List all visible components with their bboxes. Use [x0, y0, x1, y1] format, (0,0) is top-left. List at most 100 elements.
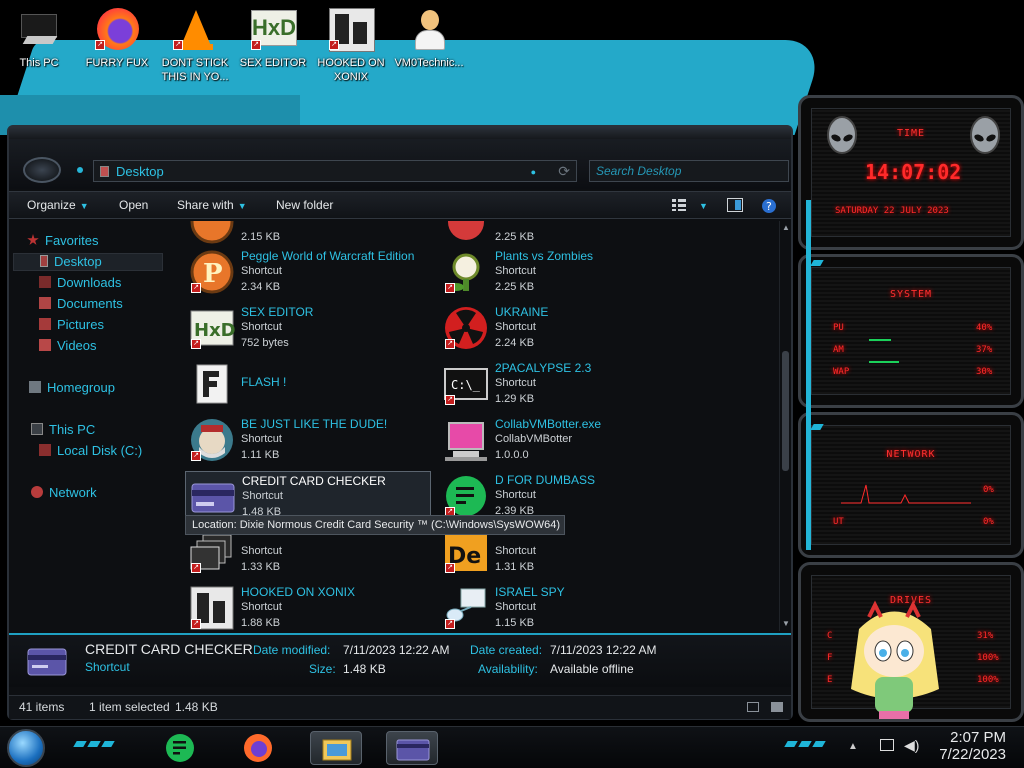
preview-pane-icon[interactable]: [727, 198, 743, 212]
new-folder-button[interactable]: New folder: [276, 198, 333, 212]
file-tile[interactable]: ↗ D FOR DUMBASS Shortcut 2.39 KB: [439, 471, 685, 521]
desktop-icon-hooked-on-xonix[interactable]: ↗ HOOKED ON XONIX: [312, 6, 390, 84]
file-tile[interactable]: ↗ ISRAEL SPY Shortcut 1.15 KB: [439, 583, 685, 631]
file-size: 1.88 KB: [241, 617, 281, 629]
documents-icon: [39, 297, 51, 309]
file-size: 2.15 KB: [241, 231, 281, 243]
scroll-down-icon[interactable]: ▼: [781, 619, 791, 629]
svg-text:P: P: [203, 259, 223, 289]
nav-homegroup[interactable]: Homegroup: [29, 380, 115, 398]
taskbar-app-credit-card-checker[interactable]: [386, 731, 438, 765]
file-tile[interactable]: ↗ BE JUST LIKE THE DUDE! Shortcut 1.11 K…: [185, 415, 431, 465]
file-tile[interactable]: 2.15 KB: [185, 221, 431, 247]
start-button[interactable]: [7, 729, 45, 767]
back-button[interactable]: [23, 157, 61, 183]
ram-meter: [869, 361, 899, 363]
file-size: 752 bytes: [241, 337, 289, 349]
help-icon[interactable]: ?: [761, 198, 777, 213]
star-icon: [27, 234, 39, 245]
explorer-titlebar[interactable]: Desktop ● ⟳ Search Desktop: [9, 127, 791, 189]
desktop-icon-firefox[interactable]: ↗ FURRY FUX: [78, 6, 156, 70]
system-gadget[interactable]: SYSTEM PU 40% AM 37% WAP 30%: [798, 254, 1024, 408]
file-tile[interactable]: HxD ↗ SEX EDITOR Shortcut 752 bytes: [185, 303, 431, 353]
clock-time: 2:07 PM: [950, 729, 1006, 746]
explorer-window[interactable]: Desktop ● ⟳ Search Desktop Organize ▼ Ope…: [7, 125, 793, 720]
forward-button[interactable]: [77, 167, 83, 173]
network-graph: [841, 484, 971, 504]
nav-network[interactable]: Network: [31, 485, 97, 503]
address-dropdown-icon[interactable]: ●: [531, 167, 536, 177]
network-in-value: 0%: [983, 485, 994, 495]
taskbar-app-explorer[interactable]: [310, 731, 362, 765]
peggle-icon: P ↗: [189, 249, 235, 295]
firefox-icon: [244, 734, 272, 762]
taskbar-app-green-chat[interactable]: [154, 731, 206, 765]
scroll-up-icon[interactable]: ▲: [781, 223, 791, 233]
nav-favorites[interactable]: Favorites: [27, 233, 98, 251]
item-count: 41 items: [19, 700, 65, 714]
file-tile[interactable]: ↗ Plants vs Zombies Shortcut 2.25 KB: [439, 247, 685, 297]
clock[interactable]: 2:07 PM 7/22/2023: [939, 729, 1006, 763]
selected-size: 1.48 KB: [175, 700, 218, 714]
desktop-icon-this-pc[interactable]: This PC: [0, 6, 78, 70]
file-tile[interactable]: P ↗ Peggle World of Warcraft Edition Shor…: [185, 247, 431, 297]
time-gadget[interactable]: TIME 14:07:02 SATURDAY 22 JULY 2023: [798, 95, 1024, 250]
large-icons-view-icon[interactable]: [771, 702, 783, 712]
drives-gadget[interactable]: DRIVES C 31% F 100% E 100%: [798, 562, 1024, 722]
file-tile-selected[interactable]: CREDIT CARD CHECKER Shortcut 1.48 KB: [185, 471, 431, 521]
details-view-icon[interactable]: [747, 702, 759, 712]
file-tile[interactable]: ↗ UKRAINE Shortcut 2.24 KB: [439, 303, 685, 353]
search-input[interactable]: Search Desktop: [589, 160, 789, 182]
date-created-label: Date created:: [470, 643, 543, 657]
network-tray-icon[interactable]: [880, 739, 894, 751]
nav-downloads[interactable]: Downloads: [39, 275, 121, 293]
caption-bar[interactable]: [9, 127, 791, 139]
availability-label: Availability:: [478, 662, 538, 676]
file-type: Shortcut: [242, 490, 283, 502]
flash-icon: [189, 361, 235, 407]
system-gadget-title: SYSTEM: [889, 289, 933, 300]
network-gadget[interactable]: NETWORK 0% UT 0%: [798, 412, 1024, 558]
refresh-icon[interactable]: ⟳: [558, 163, 570, 180]
view-options-chevron-icon[interactable]: ▼: [695, 198, 708, 212]
file-tile[interactable]: C:\_ ↗ 2PACALYPSE 2.3 Shortcut 1.29 KB: [439, 359, 685, 409]
alien-head-icon: [970, 116, 1000, 154]
drive-c-value: 31%: [977, 631, 994, 641]
desktop-icon-vm0technic[interactable]: VM0Technic...: [390, 6, 468, 70]
file-type: Shortcut: [241, 265, 282, 277]
vertical-scrollbar[interactable]: ▲ ▼: [779, 221, 791, 631]
nav-desktop[interactable]: Desktop: [13, 253, 163, 271]
desktop-icon-vlc[interactable]: ↗ DONT STICK THIS IN YO...: [156, 6, 234, 84]
share-with-button[interactable]: Share with ▼: [177, 198, 247, 212]
desktop-icon-sex-editor[interactable]: HxD ↗ SEX EDITOR: [234, 6, 312, 70]
gadget-rail: [806, 200, 811, 550]
volume-icon[interactable]: ◀): [904, 737, 919, 754]
change-view-icon[interactable]: [671, 198, 687, 212]
taskbar-app-firefox[interactable]: [232, 731, 284, 765]
cartoon-character-sticker: [851, 600, 939, 719]
file-name: Peggle World of Warcraft Edition: [241, 249, 415, 263]
date-modified-label: Date modified:: [253, 643, 331, 657]
gadget-date: SATURDAY 22 JULY 2023: [835, 206, 949, 216]
size-value: 1.48 KB: [343, 662, 386, 676]
file-list[interactable]: 2.15 KB 2.25 KB P ↗ Peggle World of Warcr…: [171, 221, 777, 631]
cpu-meter: [869, 339, 891, 341]
nav-pictures[interactable]: Pictures: [39, 317, 104, 335]
scrollbar-thumb[interactable]: [782, 351, 789, 471]
nav-videos[interactable]: Videos: [39, 338, 97, 356]
chevron-down-icon: ▼: [237, 201, 247, 211]
show-hidden-icons-icon[interactable]: ▲: [848, 741, 858, 752]
file-type: Shortcut: [495, 321, 536, 333]
organize-button[interactable]: Organize ▼: [27, 198, 89, 212]
address-bar[interactable]: Desktop ● ⟳: [93, 160, 577, 182]
selected-count: 1 item selected: [89, 700, 170, 714]
file-tile[interactable]: ↗ HOOKED ON XONIX Shortcut 1.88 KB: [185, 583, 431, 631]
file-tile[interactable]: 2.25 KB: [439, 221, 685, 247]
nav-local-disk[interactable]: Local Disk (C:): [39, 443, 142, 461]
open-button[interactable]: Open: [119, 198, 148, 212]
file-tile[interactable]: FLASH !: [185, 359, 431, 409]
file-name: 2PACALYPSE 2.3: [495, 361, 592, 375]
nav-documents[interactable]: Documents: [39, 296, 123, 314]
nav-this-pc[interactable]: This PC: [31, 422, 95, 440]
file-tile[interactable]: CollabVMBotter.exe CollabVMBotter 1.0.0.…: [439, 415, 685, 465]
